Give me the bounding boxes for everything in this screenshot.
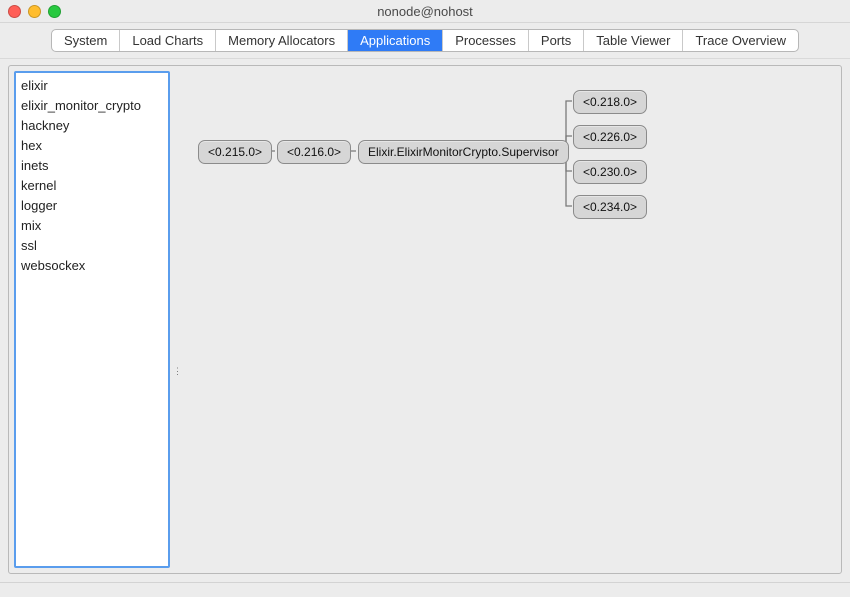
observer-window: nonode@nohost SystemLoad ChartsMemory Al…	[0, 0, 850, 597]
tabbar: SystemLoad ChartsMemory AllocatorsApplic…	[0, 23, 850, 59]
application-list[interactable]: elixir elixir_monitor_cryptohackney hex ine…	[14, 71, 170, 568]
supervisor-node[interactable]: Elixir.ElixirMonitorCrypto.Supervisor	[358, 140, 569, 164]
app-item-elixir_monitor_crypto[interactable]: elixir_monitor_crypto	[19, 97, 165, 114]
tab-group: SystemLoad ChartsMemory AllocatorsApplic…	[51, 29, 799, 52]
process-node[interactable]: <0.234.0>	[573, 195, 647, 219]
process-node[interactable]: <0.226.0>	[573, 125, 647, 149]
tab-ports[interactable]: Ports	[529, 30, 584, 51]
tab-processes[interactable]: Processes	[443, 30, 529, 51]
window-title: nonode@nohost	[0, 4, 850, 19]
app-item-websockex[interactable]: websockex	[19, 257, 165, 274]
content-area: elixir elixir_monitor_cryptohackney hex ine…	[0, 59, 850, 582]
process-node[interactable]: <0.215.0>	[198, 140, 272, 164]
process-node[interactable]: <0.216.0>	[277, 140, 351, 164]
app-item-hackney[interactable]: hackney	[19, 117, 165, 134]
applications-panel: elixir elixir_monitor_cryptohackney hex ine…	[8, 65, 842, 574]
app-item-inets[interactable]: inets	[19, 157, 165, 174]
tab-system[interactable]: System	[52, 30, 120, 51]
process-tree: <0.215.0> <0.216.0> Elixir.ElixirMonitor…	[178, 71, 836, 568]
process-node[interactable]: <0.218.0>	[573, 90, 647, 114]
tab-memory-allocators[interactable]: Memory Allocators	[216, 30, 348, 51]
app-item-kernel[interactable]: kernel	[19, 177, 165, 194]
titlebar: nonode@nohost	[0, 0, 850, 23]
tab-trace-overview[interactable]: Trace Overview	[683, 30, 798, 51]
app-item-elixir[interactable]: elixir	[19, 77, 165, 94]
app-item-hex[interactable]: hex	[19, 137, 165, 154]
app-item-logger[interactable]: logger	[19, 197, 165, 214]
process-node[interactable]: <0.230.0>	[573, 160, 647, 184]
status-bar	[0, 582, 850, 597]
tab-table-viewer[interactable]: Table Viewer	[584, 30, 683, 51]
app-item-mix[interactable]: mix	[19, 217, 165, 234]
tab-applications[interactable]: Applications	[348, 30, 443, 51]
tab-load-charts[interactable]: Load Charts	[120, 30, 216, 51]
app-item-ssl[interactable]: ssl	[19, 237, 165, 254]
